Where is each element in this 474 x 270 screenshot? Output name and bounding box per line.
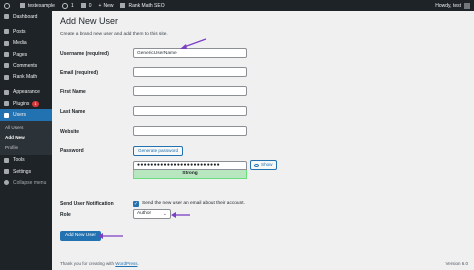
account-menu[interactable]: Howdy, test	[435, 2, 470, 9]
updates-icon	[61, 2, 68, 9]
avatar	[464, 2, 470, 9]
last-name-field[interactable]	[133, 106, 247, 116]
role-row: Role Author ⌄	[60, 209, 470, 221]
wrench-icon	[4, 157, 9, 163]
notification-label: Send User Notification	[60, 201, 114, 207]
annotation-arrow-username	[180, 38, 207, 49]
collapse-icon	[4, 180, 9, 186]
sidebar-item-pages[interactable]: Pages	[0, 49, 52, 60]
footer-text: Thank you for creating with WordPress.	[60, 261, 139, 266]
version-text: Version 6.0	[445, 261, 468, 266]
comment-icon	[4, 63, 9, 69]
settings-icon	[4, 169, 9, 175]
wordpress-icon	[4, 2, 10, 9]
chevron-down-icon: ⌄	[162, 211, 167, 217]
pin-icon	[4, 29, 9, 35]
rankmath-link[interactable]: Rank Math SEO	[120, 3, 165, 9]
password-strength-indicator: Strong	[133, 170, 247, 179]
last-name-label: Last Name	[60, 109, 86, 115]
website-field[interactable]	[133, 126, 247, 136]
role-label: Role	[60, 212, 71, 218]
notification-checkbox-label: Send the new user an email about their a…	[142, 201, 245, 206]
comment-icon	[80, 3, 86, 8]
plus-icon: +	[98, 2, 102, 9]
brush-icon	[4, 89, 9, 95]
page-intro: Create a brand new user and add them to …	[60, 32, 168, 37]
collapse-menu-button[interactable]: Collapse menu	[0, 177, 52, 188]
password-field[interactable]: ●●●●●●●●●●●●●●●●●●●●●●●●●	[133, 161, 247, 170]
users-submenu: All Users Add New Profile	[0, 120, 52, 155]
comments-link[interactable]: 0	[80, 3, 92, 9]
update-count-badge: 1	[32, 100, 39, 107]
users-icon	[4, 112, 9, 118]
first-name-label: First Name	[60, 89, 86, 95]
sidebar-item-plugins[interactable]: Plugins 1	[0, 98, 52, 109]
password-row: Password Generate password ●●●●●●●●●●●●●…	[60, 146, 470, 192]
username-row: Username (required) GenericUserName	[60, 48, 470, 60]
site-name-link[interactable]: testexample	[20, 3, 55, 9]
media-icon	[4, 40, 9, 46]
sidebar-item-dashboard[interactable]: Dashboard	[0, 11, 52, 22]
rankmath-icon	[120, 3, 126, 8]
page-title: Add New User	[60, 16, 119, 26]
checkmark-icon: ✓	[133, 201, 139, 207]
website-label: Website	[60, 129, 80, 135]
annotation-arrow-role	[171, 212, 190, 218]
show-password-button[interactable]: Show	[250, 160, 277, 170]
add-new-user-button[interactable]: Add New User	[60, 231, 101, 241]
email-field[interactable]	[133, 67, 247, 77]
dashboard-icon	[4, 14, 9, 20]
plugin-icon	[4, 101, 9, 107]
updates-link[interactable]: 1	[61, 2, 74, 9]
first-name-field[interactable]	[133, 86, 247, 96]
email-row: Email (required)	[60, 67, 470, 79]
sidebar-item-comments[interactable]: Comments	[0, 60, 52, 71]
email-label: Email (required)	[60, 70, 99, 76]
submenu-profile[interactable]: Profile	[0, 143, 52, 153]
sidebar-item-appearance[interactable]: Appearance	[0, 87, 52, 98]
last-name-row: Last Name	[60, 106, 470, 118]
wordpress-logo[interactable]	[4, 2, 13, 9]
generate-password-button[interactable]: Generate password	[133, 146, 184, 156]
sidebar-item-users[interactable]: Users	[0, 109, 52, 121]
sidebar-item-tools[interactable]: Tools	[0, 155, 52, 166]
eye-icon	[254, 163, 259, 167]
role-select[interactable]: Author ⌄	[133, 209, 171, 219]
admin-sidebar: Dashboard Posts Media Pages Comments Ran…	[0, 11, 52, 270]
send-notification-checkbox[interactable]: ✓	[133, 201, 139, 207]
wordpress-link[interactable]: WordPress	[115, 261, 137, 266]
home-icon	[20, 3, 25, 8]
sidebar-item-settings[interactable]: Settings	[0, 166, 52, 177]
sidebar-item-posts[interactable]: Posts	[0, 26, 52, 37]
annotation-arrow-submit	[98, 233, 123, 239]
pages-icon	[4, 52, 9, 58]
password-label: Password	[60, 148, 84, 154]
submenu-add-new[interactable]: Add New	[0, 133, 52, 143]
sidebar-item-media[interactable]: Media	[0, 38, 52, 49]
submenu-all-users[interactable]: All Users	[0, 123, 52, 133]
new-content-link[interactable]: + New	[99, 3, 114, 9]
username-label: Username (required)	[60, 51, 109, 57]
rankmath-icon	[4, 74, 9, 80]
sidebar-item-rankmath[interactable]: Rank Math	[0, 71, 52, 82]
first-name-row: First Name	[60, 86, 470, 98]
website-row: Website	[60, 126, 470, 138]
admin-bar: testexample 1 0 + New Rank Math SEO Howdy…	[0, 0, 474, 11]
